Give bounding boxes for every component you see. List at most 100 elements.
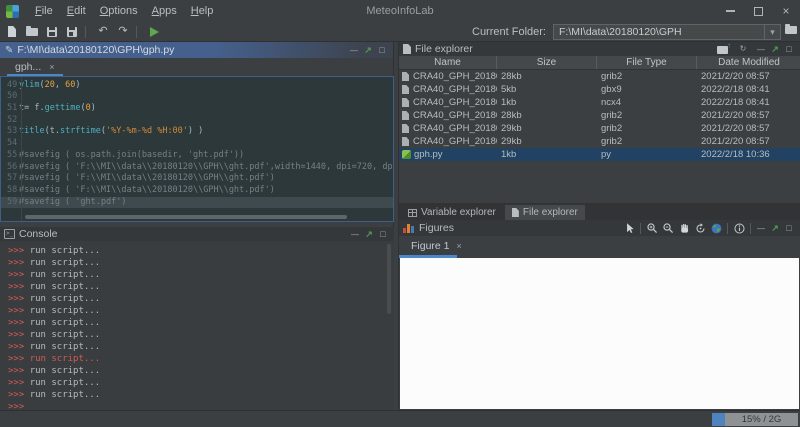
code-line-58[interactable]: 58#savefig ( 'F:\\MI\\data\\20180120\\GP… <box>1 185 393 197</box>
console-line-7: >>> run script... <box>8 317 394 329</box>
console-line-1: >>> run script... <box>8 245 394 257</box>
editor-title-bar[interactable]: ✎ F:\MI\data\20180120\GPH\gph.py — ↗ □ <box>0 42 393 58</box>
figure-tab-label: Figure 1 <box>411 240 450 252</box>
toolbar-separator <box>85 26 86 38</box>
figures-minimize-icon[interactable]: — <box>754 224 768 233</box>
console-scrollbar[interactable] <box>387 244 391 314</box>
save-button[interactable] <box>44 24 60 40</box>
console-maximize-icon[interactable]: □ <box>376 229 390 239</box>
console-panel-header[interactable]: >_ Console — ↗ □ <box>0 227 394 241</box>
code-line-50[interactable]: 50 <box>1 91 393 103</box>
tab-close-icon[interactable]: × <box>457 241 462 251</box>
figures-maximize-icon[interactable]: □ <box>782 223 796 233</box>
edit-file-icon: ✎ <box>5 45 13 56</box>
window-minimize-button[interactable] <box>716 0 744 22</box>
open-file-button[interactable] <box>24 24 40 40</box>
code-line-49[interactable]: 49ylim(20, 60) <box>1 80 393 92</box>
new-file-button[interactable] <box>4 24 20 40</box>
file-row-4[interactable]: CRA40_GPH_2018012...28kbgrib22021/2/20 0… <box>399 109 800 122</box>
file-explorer-icon <box>403 44 411 54</box>
code-editor[interactable]: 4849ylim(20, 60)5051t= f.gettime(0)5253t… <box>0 76 394 222</box>
figure-canvas[interactable] <box>400 258 799 409</box>
zoom-in-icon <box>646 222 659 235</box>
file-row-5[interactable]: CRA40_GPH_2018012...29kbgrib22021/2/20 0… <box>399 122 800 135</box>
current-folder-value: F:\MI\data\20180120\GPH <box>554 26 764 38</box>
code-line-51[interactable]: 51t= f.gettime(0) <box>1 103 393 115</box>
tab-figure-1[interactable]: Figure 1 × <box>399 236 474 256</box>
browse-folder-button[interactable] <box>785 26 797 34</box>
code-line-56[interactable]: 56#savefig ( 'F:\\MI\\data\\20180120\\GP… <box>1 162 393 174</box>
file-row-1[interactable]: CRA40_GPH_2018012...28kbgrib22021/2/20 0… <box>399 70 800 83</box>
figures-external-icon[interactable]: ↗ <box>768 223 782 234</box>
figures-icon <box>403 224 415 233</box>
identify-button[interactable] <box>731 221 747 235</box>
run-script-button[interactable] <box>150 27 159 37</box>
code-line-54[interactable]: 54 <box>1 138 393 150</box>
console-line-13: >>> run script... <box>8 389 394 401</box>
file-explorer-maximize-icon[interactable]: □ <box>782 44 796 54</box>
parent-folder-button[interactable]: ↑ <box>717 44 730 54</box>
menu-file[interactable]: File <box>28 0 60 22</box>
window-maximize-button[interactable] <box>744 0 772 22</box>
identify-icon <box>733 222 746 235</box>
memory-indicator[interactable]: 15% / 2G <box>712 413 798 426</box>
tab-close-icon[interactable]: × <box>49 62 54 72</box>
zoom-in-button[interactable] <box>644 221 660 235</box>
file-row-2[interactable]: CRA40_GPH_2018012...5kbgbx92022/2/18 08:… <box>399 83 800 96</box>
code-line-59[interactable]: 59#savefig ( 'ght.pdf') <box>1 197 393 209</box>
editor-horizontal-scrollbar[interactable] <box>25 215 347 219</box>
column-header-size[interactable]: Size <box>497 56 597 69</box>
file-explorer-minimize-icon[interactable]: — <box>754 45 768 54</box>
console-minimize-icon[interactable]: — <box>348 230 362 239</box>
editor-minimize-icon[interactable]: — <box>347 46 361 55</box>
current-folder-label: Current Folder: <box>472 22 546 42</box>
menu-help[interactable]: Help <box>184 0 221 22</box>
column-header-filetype[interactable]: File Type <box>597 56 697 69</box>
redo-button[interactable]: ↷ <box>115 24 131 40</box>
console-line-2: >>> run script... <box>8 257 394 269</box>
zoom-out-button[interactable] <box>660 221 676 235</box>
editor-external-icon[interactable]: ↗ <box>361 45 375 56</box>
menu-apps[interactable]: Apps <box>145 0 184 22</box>
window-close-button[interactable]: × <box>772 0 800 22</box>
file-row-3[interactable]: CRA40_GPH_2018012...1kbncx42022/2/18 08:… <box>399 96 800 109</box>
console-title: Console <box>19 228 58 240</box>
console-line-8: >>> run script... <box>8 329 394 341</box>
menu-options[interactable]: Options <box>93 0 145 22</box>
menu-edit[interactable]: Edit <box>60 0 93 22</box>
grid-icon <box>408 209 417 217</box>
console-output[interactable]: >>> run script...>>> run script...>>> ru… <box>0 241 394 410</box>
chevron-down-icon[interactable]: ▾ <box>764 25 780 39</box>
pan-button[interactable] <box>676 221 692 235</box>
rotate-button[interactable] <box>692 221 708 235</box>
column-header-name[interactable]: Name <box>399 56 497 69</box>
file-row-6[interactable]: CRA40_GPH_2018012...29kbgrib22021/2/20 0… <box>399 135 800 148</box>
globe-button[interactable] <box>708 221 724 235</box>
select-arrow-button[interactable] <box>621 221 637 235</box>
figures-title: Figures <box>419 222 454 234</box>
tab-variable-explorer[interactable]: Variable explorer <box>401 205 503 220</box>
console-prompt[interactable]: >>> <box>8 401 394 410</box>
undo-button[interactable]: ↶ <box>95 24 111 40</box>
editor-file-path: F:\MI\data\20180120\GPH\gph.py <box>17 44 174 56</box>
code-line-52[interactable]: 52 <box>1 115 393 127</box>
console-external-icon[interactable]: ↗ <box>362 229 376 240</box>
open-folder-icon <box>26 28 38 36</box>
column-header-date[interactable]: Date Modified <box>697 56 800 69</box>
editor-maximize-icon[interactable]: □ <box>375 45 389 55</box>
new-file-icon <box>8 26 16 37</box>
file-icon <box>402 98 409 107</box>
code-line-53[interactable]: 53title(t.strftime('%Y-%m-%d %H:00') ) <box>1 126 393 138</box>
code-line-57[interactable]: 57#savefig ( 'F:\\MI\\data\\20180120\\GP… <box>1 173 393 185</box>
code-line-55[interactable]: 55#savefig ( os.path.join(basedir, 'ght.… <box>1 150 393 162</box>
file-explorer-external-icon[interactable]: ↗ <box>768 44 782 55</box>
current-folder-combobox[interactable]: F:\MI\data\20180120\GPH ▾ <box>553 24 781 40</box>
save-as-icon <box>67 27 77 37</box>
tab-file-explorer[interactable]: File explorer <box>505 205 585 220</box>
file-row-7[interactable]: gph.py1kbpy2022/2/18 10:36 <box>399 148 800 161</box>
console-line-3: >>> run script... <box>8 269 394 281</box>
refresh-icon[interactable]: ↻ <box>736 45 750 53</box>
file-explorer-header[interactable]: File explorer ↑ ↻ — ↗ □ <box>399 42 800 56</box>
figures-panel-header[interactable]: Figures <box>399 220 800 236</box>
save-as-button[interactable] <box>64 24 80 40</box>
